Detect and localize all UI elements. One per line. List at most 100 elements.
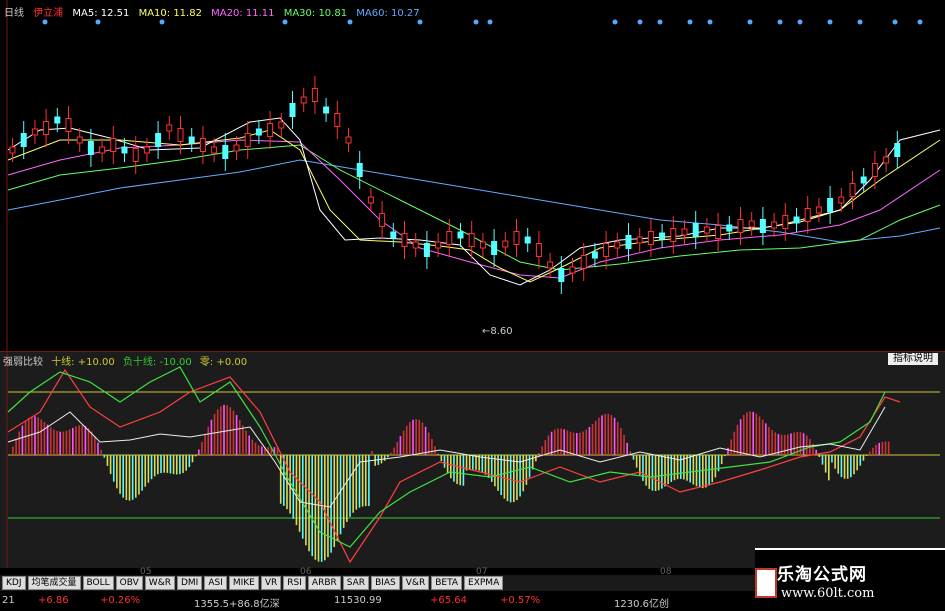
strength-bar <box>642 455 644 481</box>
strength-bar <box>749 411 751 455</box>
tab-v-r[interactable]: V&R <box>401 576 430 590</box>
strength-bar <box>771 429 773 455</box>
strength-bar <box>730 439 732 455</box>
strength-bar <box>43 421 46 455</box>
tab-beta[interactable]: BETA <box>431 576 463 590</box>
strength-bar <box>541 446 543 455</box>
tab-asi[interactable]: ASI <box>204 576 227 590</box>
strength-bar <box>182 455 184 473</box>
tab-arbr[interactable]: ARBR <box>307 576 341 590</box>
signal-marker <box>747 19 753 25</box>
strength-bar <box>566 430 569 455</box>
strength-bar <box>191 455 194 463</box>
candle-body <box>121 146 128 154</box>
tab-boll[interactable]: BOLL <box>82 576 114 590</box>
strength-bar <box>201 441 203 455</box>
candle-body <box>311 88 318 102</box>
strength-bar <box>179 455 181 475</box>
tab-dmi[interactable]: DMI <box>176 576 203 590</box>
tab--[interactable]: 均笔成交量 <box>27 576 81 590</box>
strength-bar <box>620 427 622 455</box>
strength-bar <box>648 455 651 489</box>
strength-bar <box>364 455 367 507</box>
strength-bar <box>494 455 496 487</box>
strength-bar <box>62 431 65 455</box>
strength-bar <box>818 455 821 457</box>
strength-bar <box>147 455 150 483</box>
strength-bar <box>75 426 77 455</box>
signal-marker <box>159 19 165 25</box>
strength-bar <box>106 455 109 466</box>
strength-bar <box>31 416 33 455</box>
tab-rsi[interactable]: RSI <box>283 576 306 590</box>
status-bar: 21 +6.86 +0.26% 1355.5+86.8亿深 11530.99 +… <box>0 593 755 610</box>
status-index2: 11530.99 <box>334 595 382 606</box>
strength-bar <box>846 455 849 479</box>
strength-bar <box>579 432 581 455</box>
strength-bar <box>87 428 90 455</box>
strength-bar <box>399 436 402 455</box>
indicator-help-button[interactable]: 指标说明 <box>888 353 938 365</box>
strength-bar <box>100 449 102 455</box>
strength-bar <box>128 455 131 501</box>
strength-bar <box>34 416 36 455</box>
candle-body <box>9 146 16 154</box>
strength-bar <box>506 455 509 502</box>
strength-bar <box>783 434 786 455</box>
candle-body <box>289 103 296 117</box>
candle-body <box>759 219 766 233</box>
strength-bar <box>635 455 638 468</box>
strength-bar <box>172 455 175 475</box>
strength-bar <box>393 447 395 455</box>
candle-body <box>703 226 710 234</box>
tab-sar[interactable]: SAR <box>342 576 370 590</box>
tab-vr[interactable]: VR <box>260 576 282 590</box>
strength-bar <box>65 430 68 455</box>
indicator-chart[interactable] <box>0 352 945 568</box>
candle-body <box>87 141 94 155</box>
candle-body <box>614 241 621 249</box>
candle-body <box>278 121 285 129</box>
price-chart[interactable] <box>0 0 945 352</box>
tab-mike[interactable]: MIKE <box>228 576 259 590</box>
strength-bar <box>746 412 748 455</box>
strength-bar <box>462 455 465 486</box>
candle-body <box>871 163 878 177</box>
strength-bar <box>163 455 165 473</box>
strength-bar <box>355 455 358 510</box>
strength-bar <box>686 455 688 481</box>
strength-bar <box>768 426 770 455</box>
strength-bar <box>834 455 836 469</box>
strength-bar <box>431 438 433 455</box>
candle-body <box>804 208 811 222</box>
strength-bar <box>475 455 477 470</box>
strength-bar <box>245 430 247 455</box>
strength-bar <box>727 447 729 455</box>
strength-bar <box>342 455 345 528</box>
tab-expma[interactable]: EXPMA <box>464 576 504 590</box>
candle-body <box>177 128 184 142</box>
strength-bar <box>198 449 200 455</box>
strength-bar <box>459 455 462 486</box>
strength-bar <box>349 455 351 517</box>
strength-bar <box>144 455 147 487</box>
candle-body <box>681 228 688 236</box>
strength-bar <box>856 455 858 471</box>
strength-bar <box>18 431 21 455</box>
strength-bar <box>705 455 707 488</box>
watermark-url: www.60lt.com <box>781 586 875 601</box>
plus-line-label: 十线: +10.00 <box>51 357 115 368</box>
tab-kdj[interactable]: KDJ <box>2 576 26 590</box>
candle-body <box>379 213 386 227</box>
tab-w-r[interactable]: W&R <box>144 576 175 590</box>
strength-bar <box>116 455 118 489</box>
tab-bias[interactable]: BIAS <box>371 576 400 590</box>
tab-obv[interactable]: OBV <box>115 576 143 590</box>
indicator-title: 强弱比较 十线: +10.00 负十线: -10.00 零: +0.00 <box>3 353 252 368</box>
candle-body <box>233 144 240 152</box>
candle-body <box>423 243 430 257</box>
strength-bar <box>724 455 726 457</box>
strength-bar <box>409 422 411 455</box>
strength-bar <box>188 455 191 468</box>
minus-line-label: 负十线: -10.00 <box>122 357 192 368</box>
